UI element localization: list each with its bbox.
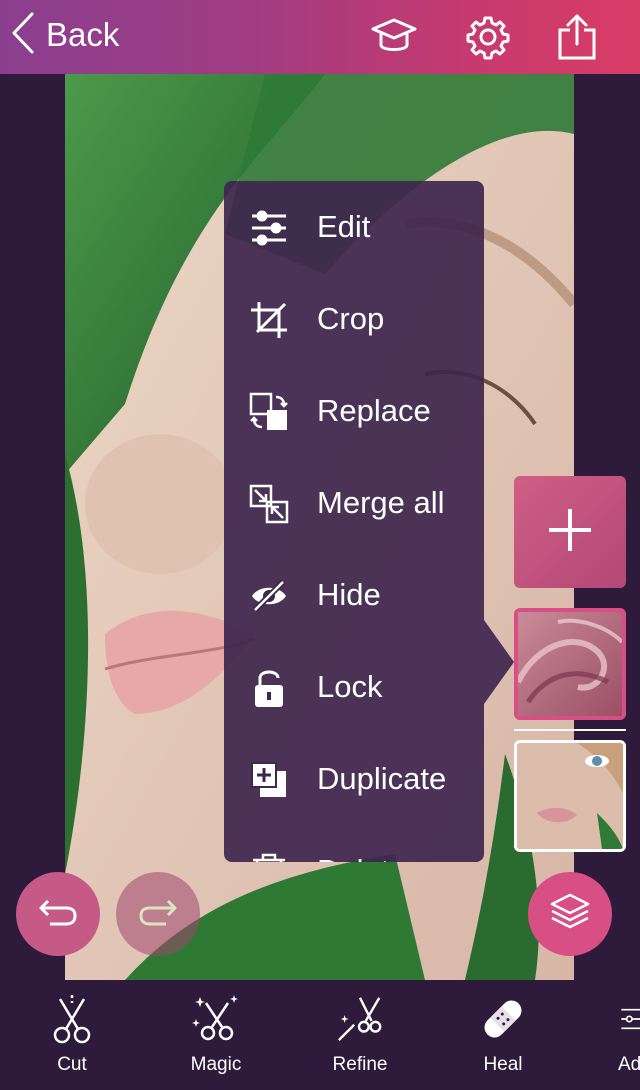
tool-magic[interactable]: Magic	[161, 992, 271, 1088]
tool-label: Ad	[618, 1054, 640, 1075]
plus-icon	[547, 507, 593, 558]
menu-item-duplicate[interactable]: Duplicate	[224, 733, 484, 825]
tool-adjust[interactable]: Ad	[592, 992, 640, 1088]
menu-item-hide[interactable]: Hide	[224, 549, 484, 641]
menu-item-label: Delete	[317, 853, 407, 862]
scissors-icon	[47, 992, 97, 1046]
sliders-icon	[592, 992, 640, 1046]
menu-item-label: Crop	[317, 301, 385, 336]
back-button[interactable]: Back	[10, 10, 119, 60]
merge-icon	[248, 483, 290, 525]
portrait-image	[517, 743, 623, 849]
menu-item-label: Merge all	[317, 485, 445, 520]
menu-item-label: Lock	[317, 669, 383, 704]
lock-icon	[248, 667, 290, 709]
menu-item-label: Duplicate	[317, 761, 447, 796]
graduation-cap-icon[interactable]	[369, 12, 419, 62]
menu-item-delete[interactable]: Delete	[224, 825, 484, 862]
undo-button[interactable]	[16, 872, 100, 956]
trash-icon	[248, 851, 290, 862]
wand-scissors-icon	[335, 992, 385, 1046]
crop-icon	[248, 299, 290, 341]
tool-label: Heal	[483, 1054, 523, 1075]
tool-label: Magic	[190, 1054, 242, 1075]
tool-heal[interactable]: Heal	[448, 992, 558, 1088]
top-bar: Back	[0, 0, 640, 74]
back-label: Back	[46, 16, 120, 53]
add-layer-button[interactable]	[514, 476, 626, 588]
wave-image	[518, 612, 622, 716]
duplicate-icon	[248, 759, 290, 801]
eye-slash-icon	[248, 575, 290, 617]
layer-context-menu: Edit Crop Replace Merge all Hide Lock Du…	[224, 181, 484, 862]
tool-label: Refine	[332, 1054, 388, 1075]
gear-icon[interactable]	[463, 12, 513, 62]
layers-button[interactable]	[528, 872, 612, 956]
menu-item-edit[interactable]: Edit	[224, 181, 484, 273]
menu-item-label: Replace	[317, 393, 431, 428]
menu-item-replace[interactable]: Replace	[224, 365, 484, 457]
bandage-icon	[478, 992, 528, 1046]
layers-icon	[549, 892, 591, 937]
share-icon[interactable]	[552, 12, 602, 62]
chevron-left-icon	[10, 11, 36, 60]
menu-item-merge-all[interactable]: Merge all	[224, 457, 484, 549]
layer-thumb-wave[interactable]	[514, 608, 626, 720]
magic-scissors-icon	[191, 992, 241, 1046]
tool-refine[interactable]: Refine	[305, 992, 415, 1088]
menu-item-crop[interactable]: Crop	[224, 273, 484, 365]
layer-divider	[514, 729, 626, 731]
tool-label: Cut	[57, 1054, 87, 1075]
menu-pointer	[484, 620, 514, 704]
redo-icon	[138, 897, 178, 932]
undo-icon	[38, 897, 78, 932]
bottom-toolbar: Cut Magic Refine Heal Ad	[0, 980, 640, 1090]
tool-cut[interactable]: Cut	[17, 992, 127, 1088]
menu-item-lock[interactable]: Lock	[224, 641, 484, 733]
menu-item-label: Edit	[317, 209, 371, 244]
menu-item-label: Hide	[317, 577, 381, 612]
layer-thumb-portrait[interactable]	[514, 740, 626, 852]
replace-icon	[248, 391, 290, 433]
sliders-icon	[248, 207, 290, 249]
redo-button[interactable]	[116, 872, 200, 956]
